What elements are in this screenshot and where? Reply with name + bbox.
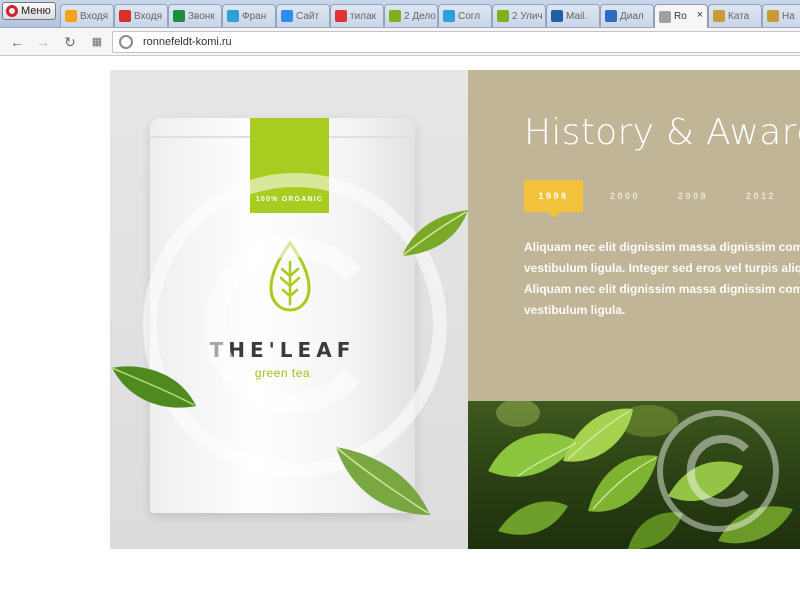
reload-button[interactable]: ↻ (61, 33, 79, 51)
browser-tab[interactable]: Согл (438, 4, 492, 27)
browser-toolbar: ← → ↻ ▦ ronnefeldt-komi.ru (0, 28, 800, 56)
browser-tab-label: 2 Дело (404, 10, 436, 22)
page-icon (659, 10, 671, 23)
description-line: vestibulum ligula. (524, 303, 626, 317)
year-tab[interactable]: 2009 (659, 191, 727, 201)
browser-tab[interactable]: Ro × (654, 4, 708, 28)
browser-tab[interactable]: 2 Дело (384, 4, 438, 27)
browser-tab-label: Ката (728, 10, 750, 22)
browser-tab-label: Согл (458, 10, 481, 22)
browser-tab-label: Входя (80, 10, 109, 22)
mail-ru-icon (551, 10, 563, 22)
browser-tab[interactable]: 2 Улич (492, 4, 546, 27)
tea-plant-photo (468, 401, 800, 549)
browser-tab[interactable]: Сайт (276, 4, 330, 27)
browser-tab[interactable]: Ката (708, 4, 762, 27)
forward-button[interactable]: → (34, 33, 52, 51)
browser-tab[interactable]: Входя (60, 4, 114, 27)
browser-tab-label: Mail. (566, 10, 588, 22)
cloud-icon (227, 10, 239, 22)
browser-tab-bar: Меню Входя Входя Звонк Фран Сайт тилак 2 Дело С… (0, 0, 800, 28)
browser-tab-label: Фран (242, 10, 267, 22)
floating-leaf-icon (111, 366, 196, 408)
year-tab[interactable]: 2012 (727, 191, 795, 201)
history-awards-section: History & Awards 1998 2000 2009 2012 Ali… (468, 70, 800, 401)
description-line: Aliquam nec elit dignissim massa digniss… (524, 282, 800, 296)
browser-tab[interactable]: Диал (600, 4, 654, 27)
yandex-icon (335, 10, 347, 22)
r-logo-icon (767, 10, 779, 22)
close-tab-icon[interactable]: × (697, 9, 703, 21)
browser-menu-button[interactable]: Меню (2, 2, 56, 20)
product-hero-image: 100% ORGANIC THE'LEAF green tea (110, 70, 468, 549)
address-bar-url[interactable]: ronnefeldt-komi.ru (143, 36, 232, 48)
globe-icon (119, 35, 133, 49)
r-logo-icon (713, 10, 725, 22)
browser-tab[interactable]: Звонк (168, 4, 222, 27)
year-tab[interactable]: 2000 (591, 191, 659, 201)
browser-tab-label: На (782, 10, 795, 22)
browser-tab-label: Ro (674, 11, 687, 22)
drive-icon (281, 10, 293, 22)
gmail-icon (119, 10, 131, 22)
description-line: vestibulum ligula. Integer sed eros vel … (524, 261, 800, 275)
browser-tab-label: 2 Улич (512, 10, 543, 22)
cloud-icon (443, 10, 455, 22)
address-bar[interactable]: ronnefeldt-komi.ru (112, 31, 800, 53)
browser-tab[interactable]: тилак (330, 4, 384, 27)
floating-leaf-icon (335, 446, 430, 515)
browser-tab-label: Диал (620, 10, 644, 22)
tea-leaves-photo-icon (488, 401, 793, 549)
floating-leaf-icon (401, 210, 468, 257)
browser-tab-label: Звонк (188, 10, 215, 22)
description-line: Aliquam nec elit dignissim massa digniss… (524, 240, 800, 254)
year-tab[interactable]: 1998 (524, 180, 583, 218)
history-description: Aliquam nec elit dignissim massa digniss… (524, 237, 800, 321)
opera-logo-icon (6, 5, 18, 17)
number-2-icon (497, 10, 509, 22)
browser-tab-label: Сайт (296, 10, 320, 22)
spreadsheet-icon (173, 10, 185, 22)
yandex-mail-icon (65, 10, 77, 22)
browser-tab[interactable]: На (762, 4, 800, 27)
browser-tab[interactable]: Входя (114, 4, 168, 27)
browser-menu-label: Меню (21, 5, 51, 17)
browser-tab[interactable]: Mail. (546, 4, 600, 27)
back-button[interactable]: ← (8, 33, 26, 51)
section-title: History & Awards (524, 112, 800, 153)
browser-tab-label: тилак (350, 10, 376, 22)
browser-tab[interactable]: Фран (222, 4, 276, 27)
chat-icon (605, 10, 617, 22)
number-2-icon (389, 10, 401, 22)
speed-dial-icon[interactable]: ▦ (88, 33, 106, 51)
browser-tab-label: Входя (134, 10, 163, 22)
year-timeline: 1998 2000 2009 2012 (524, 179, 795, 218)
